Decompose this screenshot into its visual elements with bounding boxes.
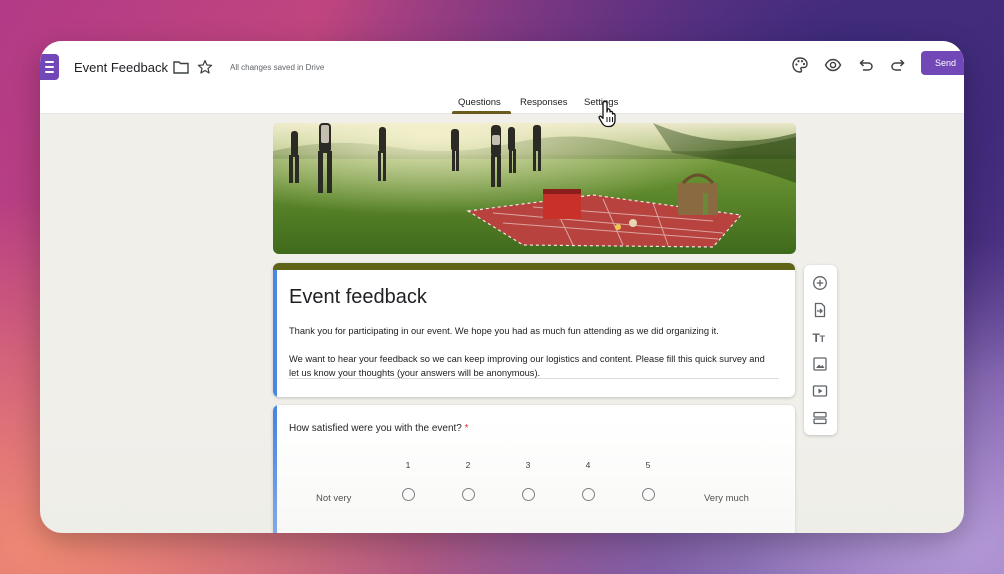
scale-low-label: Not very [316,493,352,504]
form-description[interactable]: Thank you for participating in our event… [289,324,769,394]
scale-number-5: 5 [645,460,651,470]
forms-header: Event Feedback All changes saved in Driv… [40,41,964,114]
document-title[interactable]: Event Feedback [74,60,168,75]
palette-icon[interactable] [791,56,809,74]
scale-radio-1[interactable] [402,488,415,501]
required-asterisk: * [464,423,469,434]
description-paragraph-1: Thank you for participating in our event… [289,326,719,336]
active-card-indicator [273,270,277,397]
redo-icon[interactable] [889,56,907,74]
send-button[interactable]: Send [921,51,964,75]
hand-pointer-cursor-icon [598,100,616,128]
active-tab-indicator [452,111,511,114]
tab-responses[interactable]: Responses [520,97,568,108]
question-card-indicator [273,405,277,533]
svg-text:T: T [820,334,826,344]
star-icon[interactable] [197,59,213,75]
add-section-icon[interactable] [812,410,828,426]
question-card[interactable]: How satisfied were you with the event? *… [273,405,795,533]
eye-icon[interactable] [824,56,842,74]
add-question-icon[interactable] [812,275,828,291]
form-title[interactable]: Event feedback [289,286,427,309]
header-banner-image[interactable] [273,123,796,254]
scale-number-4: 4 [585,460,591,470]
forms-app-icon[interactable] [40,54,59,80]
add-title-icon[interactable]: T T [812,329,828,345]
form-title-card[interactable]: Event feedback Thank you for participati… [273,263,795,397]
theme-color-strip [273,263,795,270]
tab-questions[interactable]: Questions [458,97,501,108]
scale-number-1: 1 [405,460,411,470]
browser-window: Event Feedback All changes saved in Driv… [40,41,964,533]
question-text: How satisfied were you with the event? [289,423,462,434]
scale-high-label: Very much [704,493,749,504]
save-status: All changes saved in Drive [230,63,325,72]
scale-radio-5[interactable] [642,488,655,501]
description-underline [289,378,779,379]
form-tabs: Questions Responses Settings [40,95,964,114]
scale-radio-3[interactable] [522,488,535,501]
scale-number-3: 3 [525,460,531,470]
scale-radio-2[interactable] [462,488,475,501]
import-questions-icon[interactable] [812,302,828,318]
add-image-icon[interactable] [812,356,828,372]
folder-icon[interactable] [173,60,189,74]
add-video-icon[interactable] [812,383,828,399]
question-title: How satisfied were you with the event? * [289,423,469,434]
scale-number-2: 2 [465,460,471,470]
undo-icon[interactable] [857,56,875,74]
description-paragraph-2: We want to hear your feedback so we can … [289,354,765,378]
scale-radio-4[interactable] [582,488,595,501]
question-side-toolbar: T T [804,265,837,435]
